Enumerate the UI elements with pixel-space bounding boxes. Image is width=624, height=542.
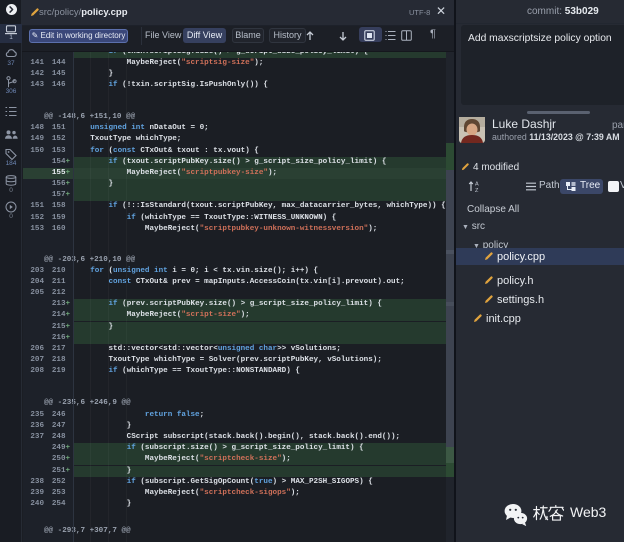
svg-text:Z: Z xyxy=(475,188,479,193)
svg-text:A: A xyxy=(475,182,479,188)
